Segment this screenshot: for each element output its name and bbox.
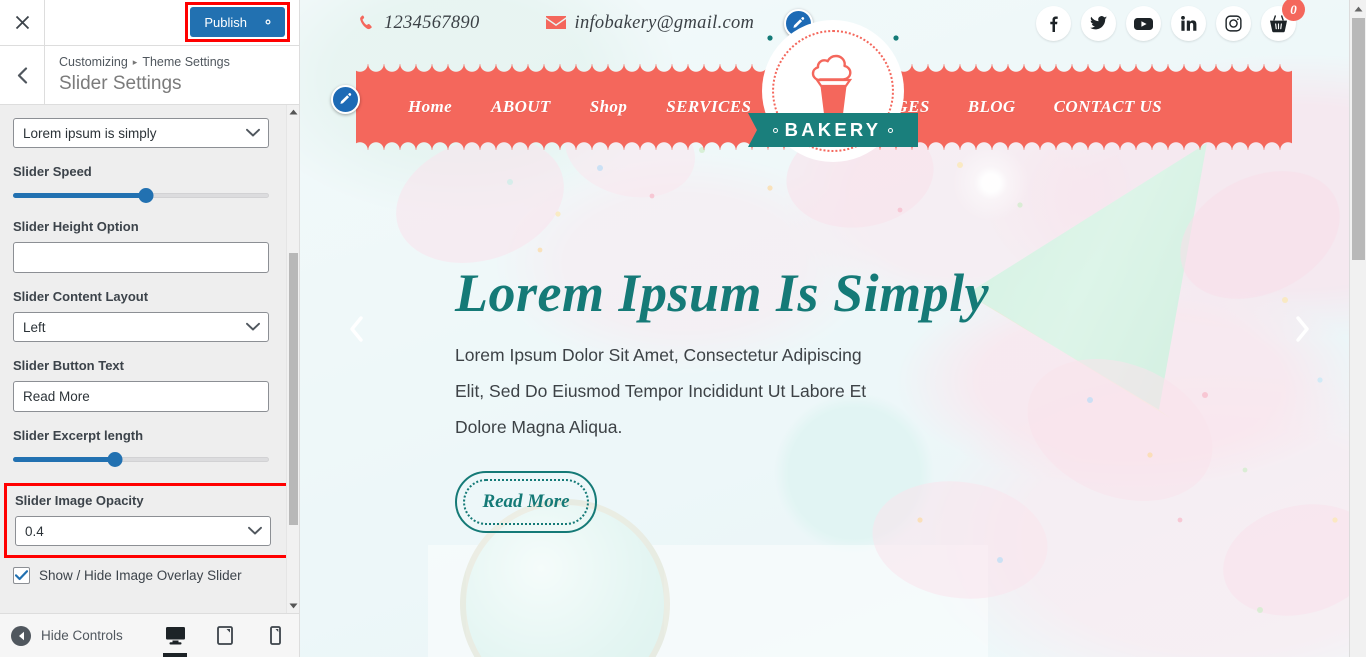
range-fill: [13, 456, 116, 462]
page-title: Slider Settings: [59, 73, 182, 94]
collapse-arrow-icon: [11, 625, 31, 646]
button-text-label: Slider Button Text: [13, 358, 124, 373]
site-preview: 1234567890 infobakery@gmail.com 0 Home A…: [300, 0, 1366, 657]
image-opacity-value: 0.4: [25, 523, 44, 539]
edit-pencil-icon[interactable]: [331, 85, 360, 114]
close-icon[interactable]: [0, 0, 45, 45]
customizer-topbar: Publish: [0, 0, 299, 46]
customizer-footer: Hide Controls: [0, 613, 299, 657]
header-email-text: infobakery@gmail.com: [574, 12, 755, 33]
publish-button[interactable]: Publish: [190, 7, 285, 37]
nav-item-contact-us[interactable]: CONTACT US: [1054, 97, 1162, 117]
slider-next-icon[interactable]: [1282, 309, 1322, 349]
customizer-controls: Lorem ipsum is simply Slider Speed Slide…: [0, 105, 299, 613]
slider-height-input[interactable]: [13, 242, 269, 273]
preview-scroll-thumb[interactable]: [1352, 18, 1365, 260]
content-layout-select[interactable]: Left: [13, 312, 269, 342]
content-layout-label: Slider Content Layout: [13, 289, 149, 304]
nav-left-menu: Home ABOUT Shop SERVICES: [408, 76, 751, 138]
image-opacity-select[interactable]: 0.4: [15, 516, 271, 546]
breadcrumb-parent[interactable]: Theme Settings: [142, 55, 230, 70]
logo-banner: BAKERY: [748, 113, 918, 147]
scroll-down-icon[interactable]: [287, 599, 299, 613]
chevron-down-icon: [248, 524, 262, 539]
preview-scrollbar[interactable]: [1349, 0, 1366, 657]
range-fill: [13, 192, 147, 198]
control-slider-speed: Slider Speed: [13, 164, 286, 203]
nav-item-shop[interactable]: Shop: [590, 97, 628, 117]
scroll-up-icon[interactable]: [1350, 0, 1366, 17]
customizer-section-header: Customizing ▸ Theme Settings Slider Sett…: [0, 46, 299, 105]
slider-prev-icon[interactable]: [336, 309, 376, 349]
slider-speed-label: Slider Speed: [13, 164, 92, 179]
control-button-text: Slider Button Text Read More: [13, 358, 286, 412]
image-opacity-highlight-box: Slider Image Opacity 0.4: [4, 483, 295, 558]
scroll-up-icon[interactable]: [287, 105, 299, 119]
sidebar-scrollbar[interactable]: [286, 105, 299, 613]
gear-icon[interactable]: [261, 15, 275, 29]
header-phone[interactable]: 1234567890: [358, 13, 480, 34]
control-excerpt-length: Slider Excerpt length: [13, 428, 286, 467]
breadcrumb-root[interactable]: Customizing: [59, 55, 128, 70]
control-overlay-checkbox[interactable]: Show / Hide Image Overlay Slider: [13, 567, 286, 584]
cupcake-icon: [811, 54, 853, 114]
banner-dot-right: [888, 127, 894, 133]
publish-highlight-box: Publish: [185, 2, 290, 42]
chevron-down-icon: [246, 126, 260, 141]
control-image-opacity: Slider Image Opacity 0.4: [15, 493, 284, 546]
customizer-screen: Publish Customizing ▸ Theme Settings Sli…: [0, 0, 1366, 657]
breadcrumb: Customizing ▸ Theme Settings: [59, 55, 230, 70]
excerpt-length-label: Slider Excerpt length: [13, 428, 144, 443]
chevron-down-icon: [246, 320, 260, 335]
desktop-icon[interactable]: [161, 614, 189, 657]
button-text-input[interactable]: Read More: [13, 381, 269, 412]
checkbox-checked-icon[interactable]: [13, 567, 30, 584]
publish-button-label: Publish: [204, 14, 247, 30]
control-slider-height: Slider Height Option: [13, 219, 286, 273]
slide-select[interactable]: Lorem ipsum is simply: [13, 118, 269, 148]
mobile-icon[interactable]: [261, 614, 289, 657]
range-thumb[interactable]: [138, 187, 154, 203]
hero-description: Lorem Ipsum Dolor Sit Amet, Consectetur …: [455, 345, 867, 437]
nav-item-services[interactable]: SERVICES: [666, 97, 751, 117]
site-logo[interactable]: sweet & tasty BAKERY: [748, 6, 918, 164]
sidebar-scroll-thumb[interactable]: [289, 253, 298, 525]
customizer-sidebar: Publish Customizing ▸ Theme Settings Sli…: [0, 0, 300, 657]
overlay-checkbox-label: Show / Hide Image Overlay Slider: [39, 568, 242, 583]
phone-icon: [357, 13, 376, 32]
slider-speed-range[interactable]: [13, 187, 269, 203]
hero-read-more-button[interactable]: Read More: [455, 471, 597, 533]
device-preview-switcher: [161, 614, 289, 657]
logo-name: BAKERY: [784, 119, 882, 140]
chevron-left-icon[interactable]: [0, 46, 45, 104]
nav-item-blog[interactable]: BLOG: [968, 97, 1016, 117]
content-layout-value: Left: [23, 319, 46, 335]
mail-icon: [545, 16, 566, 30]
control-slide-select: Lorem ipsum is simply: [13, 118, 286, 148]
breadcrumb-separator-icon: ▸: [132, 57, 138, 67]
hero-read-more-label: Read More: [482, 491, 570, 512]
hide-controls-label: Hide Controls: [41, 628, 123, 643]
header-phone-text: 1234567890: [384, 12, 480, 33]
header-email[interactable]: infobakery@gmail.com: [545, 12, 755, 34]
customizer-titles: Customizing ▸ Theme Settings Slider Sett…: [45, 46, 230, 104]
banner-dot-left: [772, 127, 778, 133]
range-thumb[interactable]: [107, 451, 123, 467]
hide-controls-button[interactable]: Hide Controls: [11, 625, 123, 646]
slider-height-label: Slider Height Option: [13, 219, 139, 234]
image-opacity-label: Slider Image Opacity: [15, 493, 144, 508]
hero-title: Lorem Ipsum Is Simply: [455, 263, 990, 323]
nav-item-about[interactable]: ABOUT: [491, 97, 551, 117]
hero-slide-content: Lorem Ipsum Is Simply Lorem Ipsum Dolor …: [455, 262, 1075, 533]
tablet-icon[interactable]: [211, 614, 239, 657]
control-content-layout: Slider Content Layout Left: [13, 289, 286, 342]
nav-item-home[interactable]: Home: [408, 97, 452, 117]
excerpt-length-range[interactable]: [13, 451, 269, 467]
slide-select-value: Lorem ipsum is simply: [23, 125, 157, 141]
